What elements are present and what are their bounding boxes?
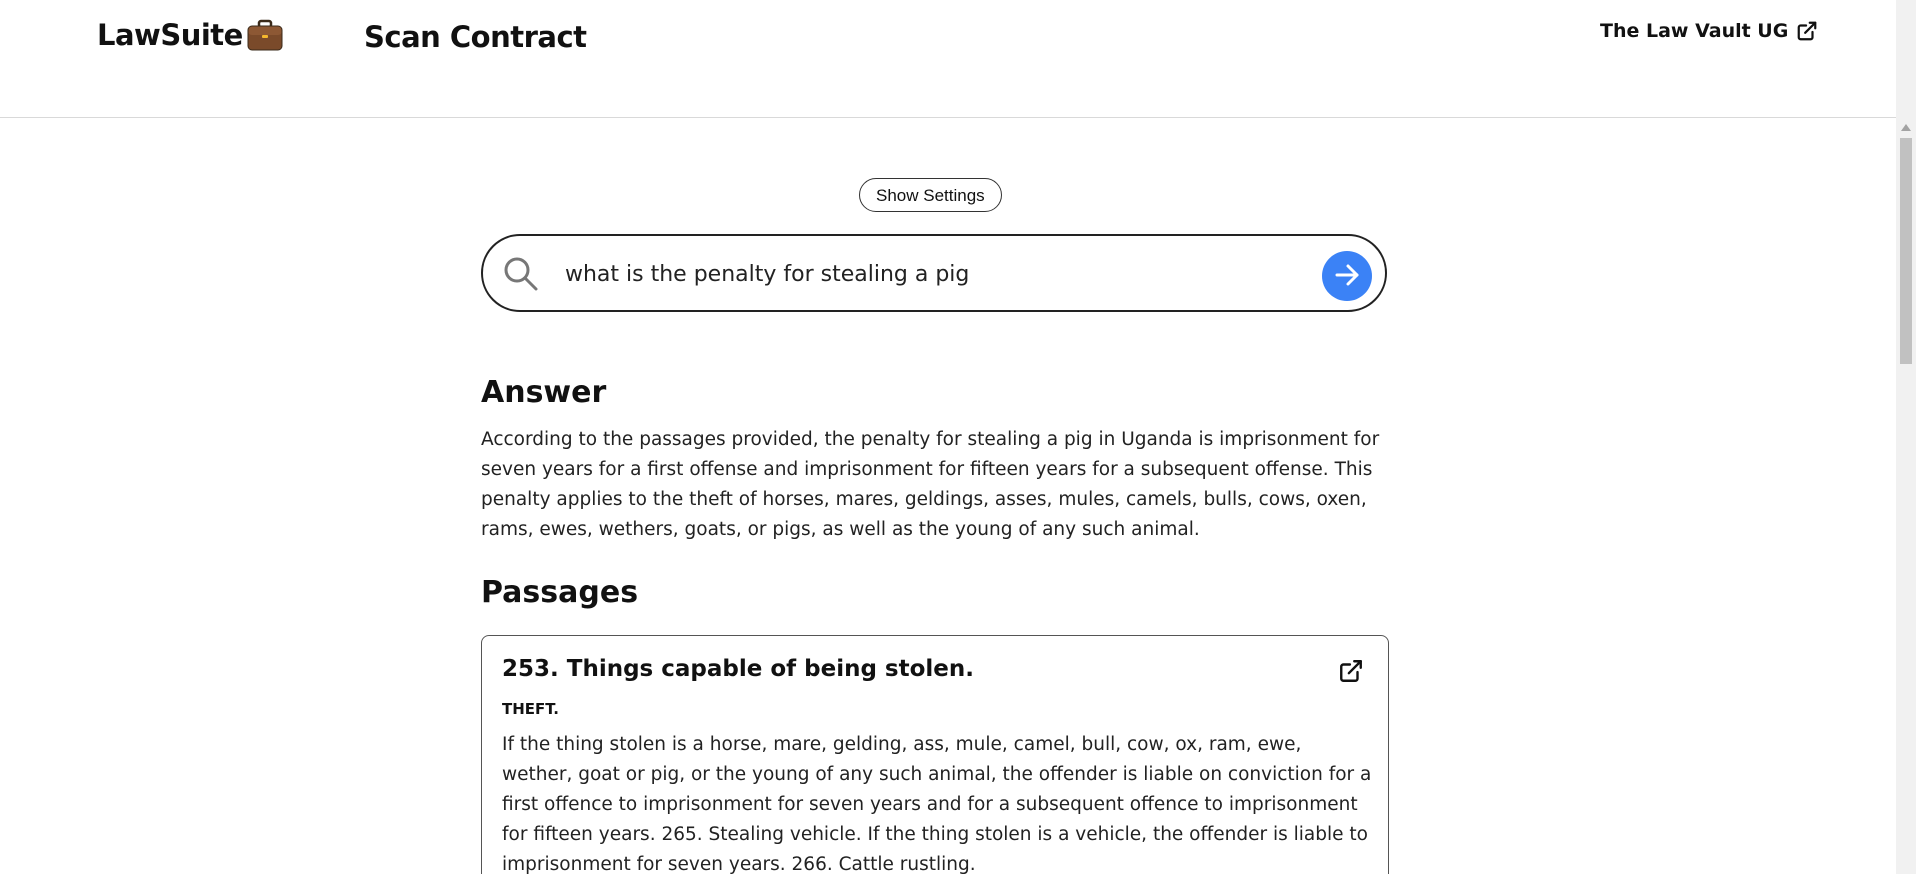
- passage-card: 253. Things capable of being stolen. THE…: [481, 635, 1389, 874]
- top-header: LawSuite Scan Contract The Law Vault UG: [0, 0, 1896, 118]
- search-bar: [481, 234, 1387, 312]
- brand-name: LawSuite: [97, 18, 243, 52]
- external-link-icon: [1796, 20, 1818, 42]
- submit-search-button[interactable]: [1322, 251, 1372, 301]
- search-input[interactable]: [563, 252, 1297, 296]
- nav-scan-contract[interactable]: Scan Contract: [364, 20, 587, 54]
- brand-logo[interactable]: LawSuite: [97, 18, 283, 52]
- arrow-right-icon: [1332, 260, 1362, 293]
- passage-title: 253. Things capable of being stolen.: [502, 656, 975, 682]
- vault-link-label: The Law Vault UG: [1600, 20, 1789, 42]
- page-scrollbar[interactable]: [1896, 0, 1916, 874]
- passages-heading: Passages: [481, 575, 639, 610]
- show-settings-button[interactable]: Show Settings: [859, 178, 1002, 212]
- vault-link[interactable]: The Law Vault UG: [1600, 20, 1818, 42]
- passage-text: If the thing stolen is a horse, mare, ge…: [502, 734, 1372, 874]
- app-root: LawSuite Scan Contract The Law Vault UG: [0, 0, 1916, 874]
- scroll-up-arrow[interactable]: [1901, 124, 1911, 131]
- answer-heading: Answer: [481, 375, 607, 410]
- passage-section-label: THEFT.: [502, 700, 559, 718]
- briefcase-icon: [247, 19, 283, 51]
- scroll-thumb[interactable]: [1900, 138, 1912, 364]
- external-link-icon[interactable]: [1338, 658, 1364, 684]
- search-icon: [503, 256, 539, 292]
- answer-text: According to the passages provided, the …: [481, 429, 1380, 540]
